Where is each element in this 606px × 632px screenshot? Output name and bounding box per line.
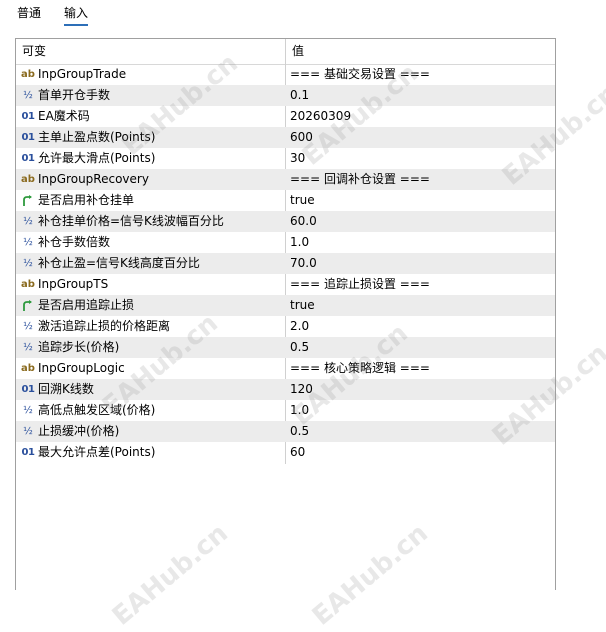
header-variable[interactable]: 可变 bbox=[22, 39, 46, 64]
table-row[interactable]: 是否启用追踪止损 true bbox=[16, 295, 555, 316]
string-type-icon: ab bbox=[21, 363, 35, 374]
variable-value[interactable]: 60.0 bbox=[290, 211, 317, 232]
integer-type-icon: 01 bbox=[21, 111, 35, 122]
table-row[interactable]: ½ 首单开仓手数 0.1 bbox=[16, 85, 555, 106]
table-row[interactable]: 是否启用补仓挂单 true bbox=[16, 190, 555, 211]
variable-name: 补仓手数倍数 bbox=[38, 235, 111, 249]
tab-common[interactable]: 普通 bbox=[17, 4, 41, 24]
table-row[interactable]: ab InpGroupRecovery === 回调补仓设置 === bbox=[16, 169, 555, 190]
table-row[interactable]: ½ 追踪步长(价格) 0.5 bbox=[16, 337, 555, 358]
table-row[interactable]: 01 回溯K线数 120 bbox=[16, 379, 555, 400]
double-type-icon: ½ bbox=[23, 258, 33, 269]
integer-type-icon: 01 bbox=[21, 132, 35, 143]
double-type-icon: ½ bbox=[23, 426, 33, 437]
double-type-icon: ½ bbox=[23, 342, 33, 353]
variable-value[interactable]: 60 bbox=[290, 442, 305, 463]
variable-value[interactable]: 70.0 bbox=[290, 253, 317, 274]
variable-name: 补仓止盈=信号K线高度百分比 bbox=[38, 256, 200, 270]
table-row[interactable]: ½ 激活追踪止损的价格距离 2.0 bbox=[16, 316, 555, 337]
table-row[interactable]: ½ 高低点触发区域(价格) 1.0 bbox=[16, 400, 555, 421]
variable-value[interactable]: 20260309 bbox=[290, 106, 351, 127]
variable-value[interactable]: === 回调补仓设置 === bbox=[290, 169, 430, 190]
integer-type-icon: 01 bbox=[21, 447, 35, 458]
string-type-icon: ab bbox=[21, 69, 35, 80]
variable-name: 止损缓冲(价格) bbox=[38, 424, 120, 438]
variable-value[interactable]: true bbox=[290, 295, 315, 316]
variable-value[interactable]: 0.5 bbox=[290, 337, 309, 358]
table-row[interactable]: 01 允许最大滑点(Points) 30 bbox=[16, 148, 555, 169]
table-row[interactable]: ½ 补仓手数倍数 1.0 bbox=[16, 232, 555, 253]
grid-rows: ab InpGroupTrade === 基础交易设置 === ½ 首单开仓手数 0.1 0… bbox=[16, 64, 555, 463]
variable-name: 是否启用补仓挂单 bbox=[38, 193, 135, 207]
variable-value[interactable]: 1.0 bbox=[290, 232, 309, 253]
variable-name: InpGroupLogic bbox=[38, 361, 125, 375]
variable-value[interactable]: true bbox=[290, 190, 315, 211]
variable-name: 追踪步长(价格) bbox=[38, 340, 120, 354]
variable-name: 补仓挂单价格=信号K线波幅百分比 bbox=[38, 214, 224, 228]
table-row[interactable]: ½ 补仓挂单价格=信号K线波幅百分比 60.0 bbox=[16, 211, 555, 232]
integer-type-icon: 01 bbox=[21, 153, 35, 164]
table-row[interactable]: 01 EA魔术码 20260309 bbox=[16, 106, 555, 127]
inputs-grid: 可变 值 ab InpGroupTrade === 基础交易设置 === ½ 首单开仓手… bbox=[15, 38, 556, 590]
variable-value[interactable]: 1.0 bbox=[290, 400, 309, 421]
variable-value[interactable]: 30 bbox=[290, 148, 305, 169]
variable-name: 高低点触发区域(价格) bbox=[38, 403, 156, 417]
string-type-icon: ab bbox=[21, 174, 35, 185]
table-row[interactable]: ab InpGroupLogic === 核心策略逻辑 === bbox=[16, 358, 555, 379]
table-row[interactable]: ½ 补仓止盈=信号K线高度百分比 70.0 bbox=[16, 253, 555, 274]
tab-inputs[interactable]: 输入 bbox=[64, 4, 89, 26]
variable-name: 首单开仓手数 bbox=[38, 88, 111, 102]
variable-name: InpGroupRecovery bbox=[38, 172, 149, 186]
variable-name: 回溯K线数 bbox=[38, 382, 94, 396]
variable-value[interactable]: === 基础交易设置 === bbox=[290, 64, 430, 85]
variable-value[interactable]: 0.5 bbox=[290, 421, 309, 442]
double-type-icon: ½ bbox=[23, 405, 33, 416]
integer-type-icon: 01 bbox=[21, 384, 35, 395]
table-row[interactable]: 01 主单止盈点数(Points) 600 bbox=[16, 127, 555, 148]
variable-name: 最大允许点差(Points) bbox=[38, 445, 156, 459]
double-type-icon: ½ bbox=[23, 321, 33, 332]
bool-type-icon bbox=[20, 190, 36, 211]
variable-value[interactable]: === 追踪止损设置 === bbox=[290, 274, 430, 295]
variable-name: 允许最大滑点(Points) bbox=[38, 151, 156, 165]
bool-type-icon bbox=[20, 295, 36, 316]
table-row[interactable]: 01 最大允许点差(Points) 60 bbox=[16, 442, 555, 463]
variable-value[interactable]: 600 bbox=[290, 127, 313, 148]
table-row[interactable]: ab InpGroupTS === 追踪止损设置 === bbox=[16, 274, 555, 295]
header-value[interactable]: 值 bbox=[292, 39, 304, 64]
variable-name: 激活追踪止损的价格距离 bbox=[38, 319, 171, 333]
variable-name: InpGroupTrade bbox=[38, 67, 127, 81]
tab-bar: 普通 输入 bbox=[0, 0, 606, 30]
variable-value[interactable]: === 核心策略逻辑 === bbox=[290, 358, 430, 379]
variable-name: 主单止盈点数(Points) bbox=[38, 130, 156, 144]
variable-name: 是否启用追踪止损 bbox=[38, 298, 135, 312]
variable-name: EA魔术码 bbox=[38, 109, 90, 123]
variable-name: InpGroupTS bbox=[38, 277, 109, 291]
table-row[interactable]: ab InpGroupTrade === 基础交易设置 === bbox=[16, 64, 555, 85]
string-type-icon: ab bbox=[21, 279, 35, 290]
variable-value[interactable]: 2.0 bbox=[290, 316, 309, 337]
double-type-icon: ½ bbox=[23, 237, 33, 248]
double-type-icon: ½ bbox=[23, 90, 33, 101]
double-type-icon: ½ bbox=[23, 216, 33, 227]
variable-value[interactable]: 0.1 bbox=[290, 85, 309, 106]
variable-value[interactable]: 120 bbox=[290, 379, 313, 400]
table-row[interactable]: ½ 止损缓冲(价格) 0.5 bbox=[16, 421, 555, 442]
